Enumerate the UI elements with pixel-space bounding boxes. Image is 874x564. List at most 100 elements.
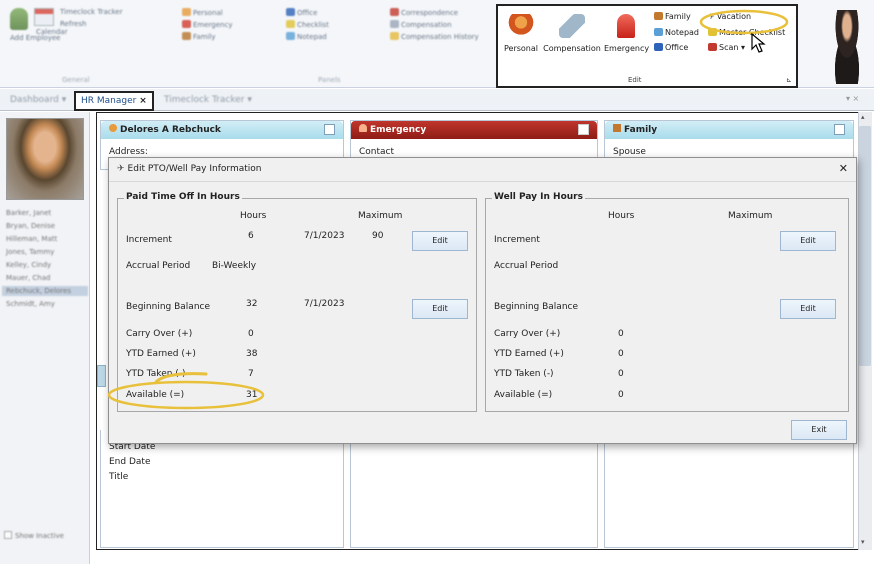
close-icon[interactable]: ✕ [839,162,848,175]
tab-hr-manager[interactable]: HR Manager × [74,91,154,111]
dialog-launcher-icon[interactable]: ⊾ [786,76,792,84]
end-date-label: End Date [109,457,151,467]
emergency-card-header: Emergency [351,121,597,139]
notepad-icon [654,28,663,36]
card-checkbox[interactable] [324,124,335,135]
pto-ytd-earned-value: 38 [246,349,258,359]
available-highlight-ellipse [107,372,265,410]
edit-scan-button[interactable]: Scan ▾ [708,43,745,52]
employee-card-header: Delores A Rebchuck [101,121,343,139]
well-accrual-label: Accrual Period [494,261,559,271]
employee-list-item-selected[interactable]: Rebchuck, Delores [2,286,88,296]
well-available-label: Available (=) [494,390,553,400]
compensation-icon [559,14,585,38]
scroll-up-icon[interactable]: ▴ [861,113,865,121]
well-ytd-taken-value: 0 [618,369,624,379]
panel-compensation-history[interactable]: Compensation History [390,32,479,41]
well-increment-edit-button[interactable]: Edit [780,231,836,251]
lower-card-right [604,430,854,548]
close-tab-icon[interactable]: × [139,96,147,106]
pto-beginning-balance-label: Beginning Balance [126,302,211,312]
edit-personal-button[interactable]: Personal [502,14,540,53]
employee-list-item[interactable]: Hilleman, Matt [6,235,57,243]
pto-increment-date: 7/1/2023 [304,231,345,241]
pto-legend: Paid Time Off In Hours [124,192,242,202]
tab-dashboard[interactable]: Dashboard ▾ [4,92,72,111]
pto-increment-label: Increment [126,235,172,245]
pto-beginning-balance-edit-button[interactable]: Edit [412,299,468,319]
mouse-pointer-icon [751,32,766,53]
edit-emergency-button[interactable]: Emergency [604,14,649,53]
panel-compensation[interactable]: Compensation [390,20,452,29]
scroll-down-icon[interactable]: ▾ [861,538,865,546]
pto-increment-edit-button[interactable]: Edit [412,231,468,251]
pto-accrual-value: Bi-Weekly [212,261,257,271]
well-pay-fieldset: Well Pay In Hours Hours Maximum Incremen… [485,192,849,412]
scrollbar-thumb[interactable] [859,126,871,366]
emergency-icon [359,124,367,132]
well-maximum-header: Maximum [728,211,773,221]
panel-notepad[interactable]: Notepad [286,32,327,41]
employee-photo [6,118,84,200]
pto-beginning-balance-date: 7/1/2023 [304,299,345,309]
well-ytd-earned-label: YTD Earned (+) [494,349,564,359]
panel-correspondence[interactable]: Correspondence [390,8,458,17]
pto-carry-over-label: Carry Over (+) [126,329,193,339]
person-icon [109,124,117,132]
well-pay-legend: Well Pay In Hours [492,192,585,202]
pto-increment-hours: 6 [248,231,254,241]
edit-notepad-button[interactable]: Notepad [654,28,699,37]
pto-beginning-balance-hours: 32 [246,299,258,309]
pto-accrual-label: Accrual Period [126,261,191,271]
well-beginning-balance-edit-button[interactable]: Edit [780,299,836,319]
edit-compensation-button[interactable]: Compensation [542,14,602,53]
exit-button[interactable]: Exit [791,420,847,440]
show-inactive-checkbox[interactable]: Show Inactive [4,531,64,540]
panel-family[interactable]: Family [182,32,216,41]
general-group-label: General [62,76,90,84]
panel-office[interactable]: Office [286,8,317,17]
tab-timeclock-tracker[interactable]: Timeclock Tracker ▾ [158,92,258,111]
tab-menu-icon[interactable]: ▾ × [846,94,859,103]
collapsed-card-edge [97,365,106,387]
edit-family-button[interactable]: Family [654,12,691,21]
vacation-icon: ✈ [117,164,125,174]
family-icon [654,12,663,20]
pto-increment-maximum: 90 [372,231,384,241]
general-group: Add Employee Calendar Timeclock Tracker … [4,6,123,66]
refresh-button[interactable]: Refresh [60,20,86,28]
employee-list-item[interactable]: Kelley, Cindy [6,261,51,269]
add-employee-icon [10,8,28,30]
calendar-button[interactable]: Calendar [36,28,67,36]
employee-list-item[interactable]: Bryan, Denise [6,222,55,230]
panel-emergency[interactable]: Emergency [182,20,232,29]
timeclock-tracker-button[interactable]: Timeclock Tracker [60,8,123,16]
pto-carry-over-value: 0 [248,329,254,339]
well-carry-over-value: 0 [618,329,624,339]
panels-group-label: Panels [318,76,341,84]
document-tabs: Dashboard ▾ HR Manager × Timeclock Track… [0,89,874,111]
panel-checklist[interactable]: Checklist [286,20,329,29]
edit-office-button[interactable]: Office [654,43,688,52]
pto-hours-header: Hours [240,211,267,221]
well-carry-over-label: Carry Over (+) [494,329,561,339]
dialog-title-bar: ✈ Edit PTO/Well Pay Information ✕ [109,158,856,182]
personal-icon [508,14,534,38]
well-ytd-earned-value: 0 [618,349,624,359]
vacation-highlight-ellipse [699,9,789,35]
employment-card: Start Date End Date Title [100,430,344,548]
pto-ytd-earned-label: YTD Earned (+) [126,349,196,359]
spouse-label: Spouse [613,147,646,157]
panel-personal[interactable]: Personal [182,8,223,17]
card-checkbox[interactable] [578,124,589,135]
family-card-header: Family [605,121,853,139]
well-available-value: 0 [618,390,624,400]
employee-list-item[interactable]: Schmidt, Amy [6,300,55,308]
user-avatar [826,10,868,84]
employee-list-item[interactable]: Mauer, Chad [6,274,50,282]
card-checkbox[interactable] [834,124,845,135]
lower-card-middle [350,430,598,548]
employee-list-item[interactable]: Barker, Janet [6,209,51,217]
family-icon [613,124,621,132]
employee-list-item[interactable]: Jones, Tammy [6,248,54,256]
